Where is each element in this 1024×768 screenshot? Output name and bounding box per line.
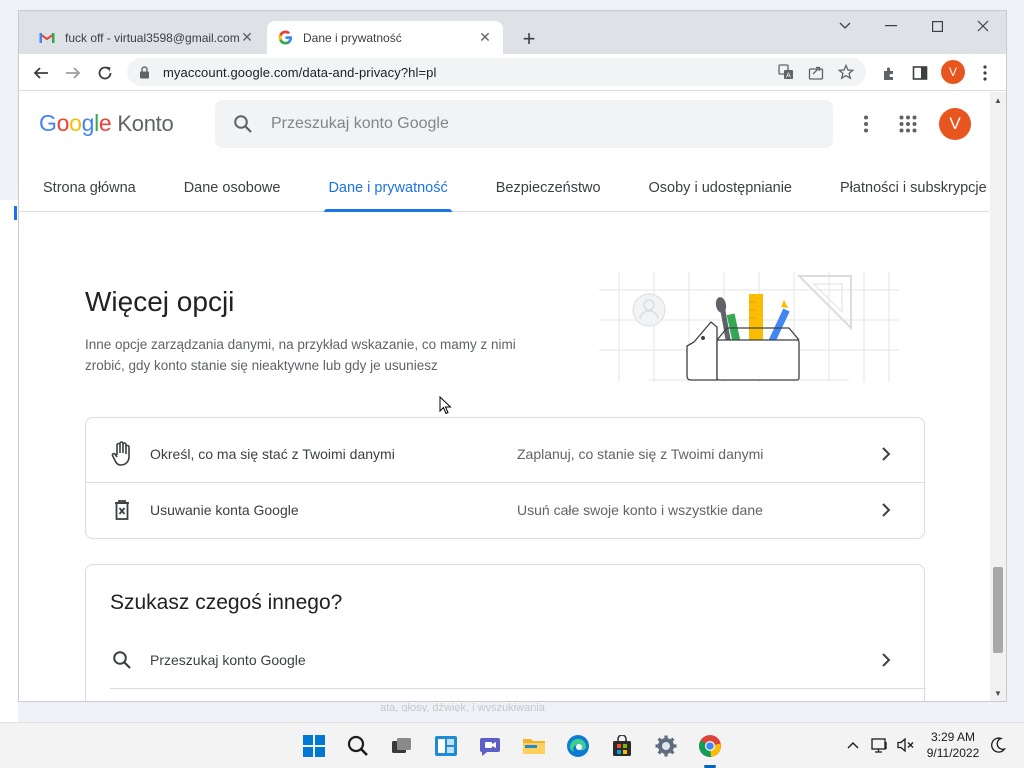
google-g-icon: [277, 30, 293, 46]
tab-dane-i-prywatnosc[interactable]: Dane i prywatność: [304, 164, 471, 212]
row-label: Usuwanie konta Google: [150, 502, 299, 518]
back-button[interactable]: [27, 59, 55, 87]
tab-dane-i-prywatnosc[interactable]: Dane i prywatność ✕: [267, 21, 503, 54]
apps-grid-icon[interactable]: [894, 110, 922, 138]
gmail-icon: [39, 30, 55, 46]
task-view-icon[interactable]: [387, 731, 417, 761]
logo-letter: g: [81, 110, 95, 136]
share-icon[interactable]: [806, 62, 826, 82]
tab-bezpieczenstwo[interactable]: Bezpieczeństwo: [472, 164, 625, 212]
toolbox-illustration: [599, 272, 899, 382]
list-item-search-account[interactable]: Przeszukaj konto Google: [86, 632, 924, 688]
logo-product: Konto: [117, 111, 174, 136]
lock-icon: [139, 65, 153, 79]
search-placeholder: Przeszukaj konto Google: [271, 115, 449, 132]
chevron-right-icon: [876, 500, 896, 520]
logo-letter: o: [69, 110, 82, 136]
volume-muted-icon[interactable]: [896, 735, 916, 755]
more-vert-icon[interactable]: [852, 110, 880, 138]
tab-title: fuck off - virtual3598@gmail.com: [65, 30, 239, 45]
google-account-logo[interactable]: Google Konto: [39, 110, 174, 137]
scroll-thumb[interactable]: [993, 567, 1003, 653]
bookmark-star-icon[interactable]: [836, 62, 856, 82]
page-scrollbar[interactable]: ▲ ▼: [990, 92, 1006, 701]
profile-avatar[interactable]: V: [941, 60, 965, 84]
browser-toolbar: myaccount.google.com/data-and-privacy?hl…: [19, 54, 1006, 91]
row-label: Przeszukaj konto Google: [150, 652, 306, 668]
more-options-card: Określ, co ma się stać z Twoimi danymi Z…: [85, 417, 925, 539]
scroll-down-arrow[interactable]: ▼: [994, 689, 1002, 698]
new-tab-button[interactable]: +: [515, 25, 543, 53]
notification-moon-icon[interactable]: [988, 735, 1008, 755]
logo-letter: e: [98, 110, 112, 136]
teams-chat-icon[interactable]: [475, 731, 505, 761]
clock-time: 3:29 AM: [930, 730, 976, 744]
chevron-right-icon: [876, 650, 896, 670]
background-window-text: ata, głosy, dźwięk, i wyszukiwania: [380, 702, 545, 712]
chevron-up-icon[interactable]: [843, 735, 863, 755]
url-text: myaccount.google.com/data-and-privacy?hl…: [163, 64, 437, 80]
something-else-card: Szukasz czegoś innego? Przeszukaj konto …: [85, 564, 926, 701]
account-nav-tabs: Strona główna Dane osobowe Dane i prywat…: [19, 164, 989, 212]
tab-platnosci-i-subskrypcje[interactable]: Płatności i subskrypcje: [816, 164, 989, 212]
list-item-data-plan[interactable]: Określ, co ma się stać z Twoimi danymi Z…: [86, 426, 924, 482]
tab-strip: fuck off - virtual3598@gmail.com ✕ Dane …: [19, 11, 1006, 54]
address-bar[interactable]: myaccount.google.com/data-and-privacy?hl…: [127, 58, 866, 86]
scroll-up-arrow[interactable]: ▲: [994, 96, 1002, 105]
tab-dane-osobowe[interactable]: Dane osobowe: [160, 164, 305, 212]
minimize-button[interactable]: [868, 11, 914, 41]
chevron-right-icon: [876, 444, 896, 464]
logo-letter: o: [56, 110, 70, 136]
close-icon[interactable]: ✕: [477, 29, 493, 46]
tab-gmail[interactable]: fuck off - virtual3598@gmail.com ✕: [29, 21, 265, 54]
edge-browser-icon[interactable]: [563, 731, 593, 761]
close-window-button[interactable]: [960, 11, 1006, 41]
system-clock[interactable]: 3:29 AM 9/11/2022: [924, 729, 982, 761]
svg-text:A: A: [786, 72, 791, 80]
section-description: Inne opcje zarządzania danymi, na przykł…: [85, 337, 516, 373]
widgets-icon[interactable]: [431, 731, 461, 761]
row-description: Zaplanuj, co stanie się z Twoimi danymi: [517, 446, 764, 462]
section-title: Więcej opcji: [85, 286, 235, 317]
account-search-input[interactable]: Przeszukaj konto Google: [215, 100, 833, 148]
row-description: Usuń całe swoje konto i wszystkie dane: [517, 502, 763, 518]
browser-window: fuck off - virtual3598@gmail.com ✕ Dane …: [18, 10, 1007, 702]
close-icon[interactable]: ✕: [239, 29, 255, 46]
more-vert-icon[interactable]: [971, 59, 999, 87]
tab-strona-glowna[interactable]: Strona główna: [19, 164, 160, 212]
windows-start-icon[interactable]: [299, 731, 329, 761]
maximize-button[interactable]: [914, 11, 960, 41]
forward-button[interactable]: [59, 59, 87, 87]
list-item-delete-account[interactable]: Usuwanie konta Google Usuń całe swoje ko…: [86, 482, 924, 538]
extensions-icon[interactable]: [875, 59, 903, 87]
taskbar: 3:29 AM 9/11/2022: [0, 722, 1024, 768]
translate-icon[interactable]: A: [776, 62, 796, 82]
divider: [110, 688, 926, 689]
settings-gear-icon[interactable]: [651, 731, 681, 761]
search-icon[interactable]: [343, 731, 373, 761]
clock-date: 9/11/2022: [926, 746, 980, 760]
logo-letter: G: [39, 110, 57, 136]
page-content: Google Konto Przeszukaj konto Google V S…: [19, 92, 989, 701]
microsoft-store-icon[interactable]: [607, 731, 637, 761]
side-panel-icon[interactable]: [906, 59, 934, 87]
search-icon: [108, 646, 136, 674]
section-title: Szukasz czegoś innego?: [110, 591, 343, 614]
delete-box-icon: [108, 496, 136, 524]
account-header: Google Konto Przeszukaj konto Google V S…: [19, 92, 989, 212]
row-label: Określ, co ma się stać z Twoimi danymi: [150, 446, 395, 462]
file-explorer-icon[interactable]: [519, 731, 549, 761]
display-icon[interactable]: [870, 735, 890, 755]
reload-button[interactable]: [91, 59, 119, 87]
mouse-cursor: [439, 396, 452, 415]
account-avatar[interactable]: V: [939, 108, 971, 140]
search-icon: [233, 113, 255, 135]
background-window-edge: [0, 200, 18, 722]
background-window-accent: [14, 206, 17, 220]
chevron-down-icon[interactable]: [822, 11, 868, 41]
tab-title: Dane i prywatność: [303, 30, 402, 45]
tab-osoby-i-udostepnianie[interactable]: Osoby i udostępnianie: [625, 164, 817, 212]
hand-icon: [108, 440, 136, 468]
chrome-icon[interactable]: [695, 731, 725, 761]
